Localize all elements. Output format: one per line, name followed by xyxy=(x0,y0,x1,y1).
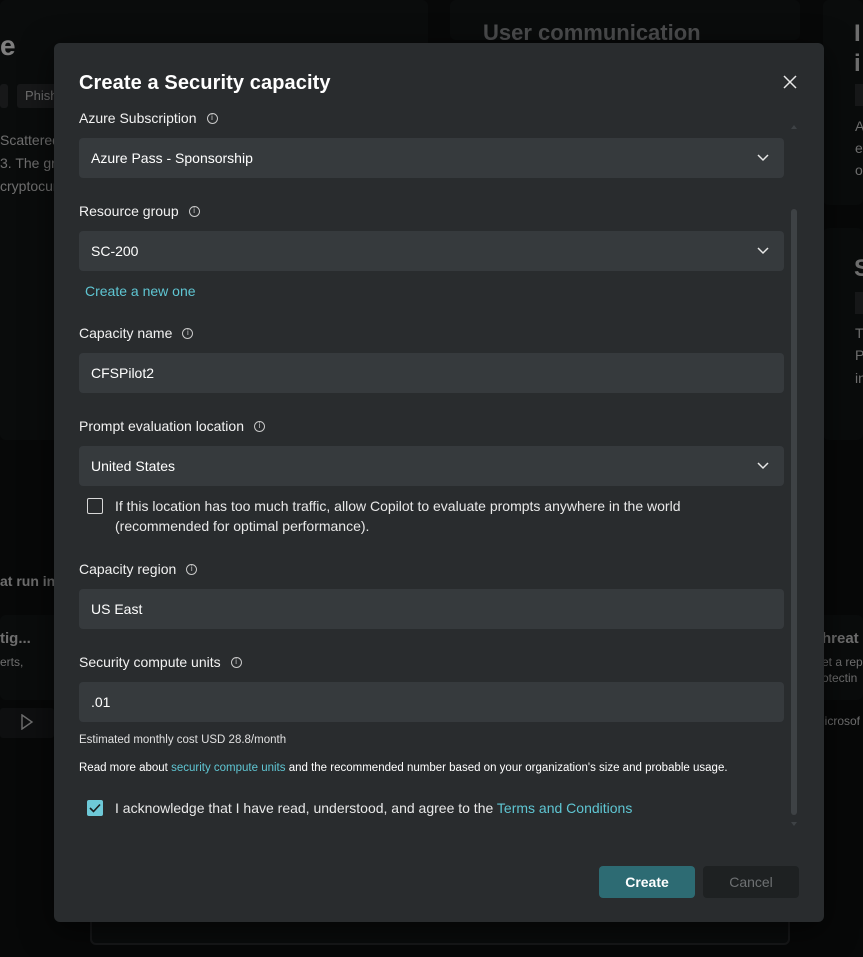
close-icon xyxy=(783,75,797,89)
terms-prefix: I acknowledge that I have read, understo… xyxy=(115,800,494,816)
prompt-location-dropdown[interactable]: United States xyxy=(79,446,784,486)
info-icon[interactable]: i xyxy=(206,112,218,124)
capacity-region-value: US East xyxy=(91,601,143,617)
prompt-location-label: Prompt evaluation location i xyxy=(79,418,265,434)
create-new-resource-group-link[interactable]: Create a new one xyxy=(85,283,196,299)
azure-subscription-label-text: Azure Subscription xyxy=(79,110,197,126)
resource-group-value: SC-200 xyxy=(91,243,139,259)
chevron-down-icon xyxy=(757,247,769,255)
capacity-region-field[interactable]: US East xyxy=(79,589,784,629)
create-button[interactable]: Create xyxy=(599,866,695,898)
chevron-down-icon xyxy=(757,154,769,162)
terms-and-conditions-link[interactable]: Terms and Conditions xyxy=(497,800,632,816)
allow-global-evaluation-text-1: If this location has too much traffic, a… xyxy=(115,498,681,514)
security-compute-units-link[interactable]: security compute units xyxy=(171,762,285,774)
capacity-name-label-text: Capacity name xyxy=(79,325,173,341)
close-button[interactable] xyxy=(779,71,801,93)
azure-subscription-dropdown[interactable]: Azure Pass - Sponsorship xyxy=(79,138,784,178)
info-icon[interactable]: i xyxy=(186,563,198,575)
read-more-suffix: and the recommended number based on your… xyxy=(288,762,728,774)
capacity-region-label-text: Capacity region xyxy=(79,561,177,577)
compute-units-label-text: Security compute units xyxy=(79,654,221,670)
capacity-name-value: CFSPilot2 xyxy=(91,365,155,381)
azure-subscription-value: Azure Pass - Sponsorship xyxy=(91,150,253,166)
compute-units-value: .01 xyxy=(91,694,111,710)
checkmark-icon xyxy=(89,803,101,813)
azure-subscription-label: Azure Subscription i xyxy=(79,110,218,126)
prompt-location-value: United States xyxy=(91,458,176,474)
info-icon[interactable]: i xyxy=(254,420,265,432)
dialog-title: Create a Security capacity xyxy=(79,72,331,94)
resource-group-label: Resource group i xyxy=(79,203,200,219)
create-capacity-dialog: Create a Security capacity Azure Subscri… xyxy=(54,43,824,922)
resource-group-label-text: Resource group xyxy=(79,203,179,219)
allow-global-evaluation-text-2: (recommended for optimal performance). xyxy=(115,518,370,534)
terms-checkbox[interactable] xyxy=(87,800,103,816)
compute-units-input[interactable]: .01 xyxy=(79,682,784,722)
info-icon[interactable]: i xyxy=(230,656,242,668)
info-icon[interactable]: i xyxy=(188,205,200,217)
scroll-down-icon xyxy=(791,822,797,826)
cancel-button[interactable]: Cancel xyxy=(703,866,799,898)
read-more-prefix: Read more about xyxy=(79,762,168,774)
prompt-location-label-text: Prompt evaluation location xyxy=(79,418,244,434)
scroll-up-icon xyxy=(791,125,797,129)
chevron-down-icon xyxy=(757,462,769,470)
scrollbar-thumb[interactable] xyxy=(791,209,797,815)
read-more-note: Read more about security compute units a… xyxy=(79,762,728,774)
capacity-name-input[interactable]: CFSPilot2 xyxy=(79,353,784,393)
info-icon[interactable]: i xyxy=(182,327,194,339)
terms-text: I acknowledge that I have read, understo… xyxy=(115,798,632,818)
compute-units-label: Security compute units i xyxy=(79,654,242,670)
estimated-cost-note: Estimated monthly cost USD 28.8/month xyxy=(79,734,287,746)
allow-global-evaluation-checkbox[interactable] xyxy=(87,498,103,514)
resource-group-dropdown[interactable]: SC-200 xyxy=(79,231,784,271)
capacity-region-label: Capacity region i xyxy=(79,561,198,577)
capacity-name-label: Capacity name i xyxy=(79,325,194,341)
